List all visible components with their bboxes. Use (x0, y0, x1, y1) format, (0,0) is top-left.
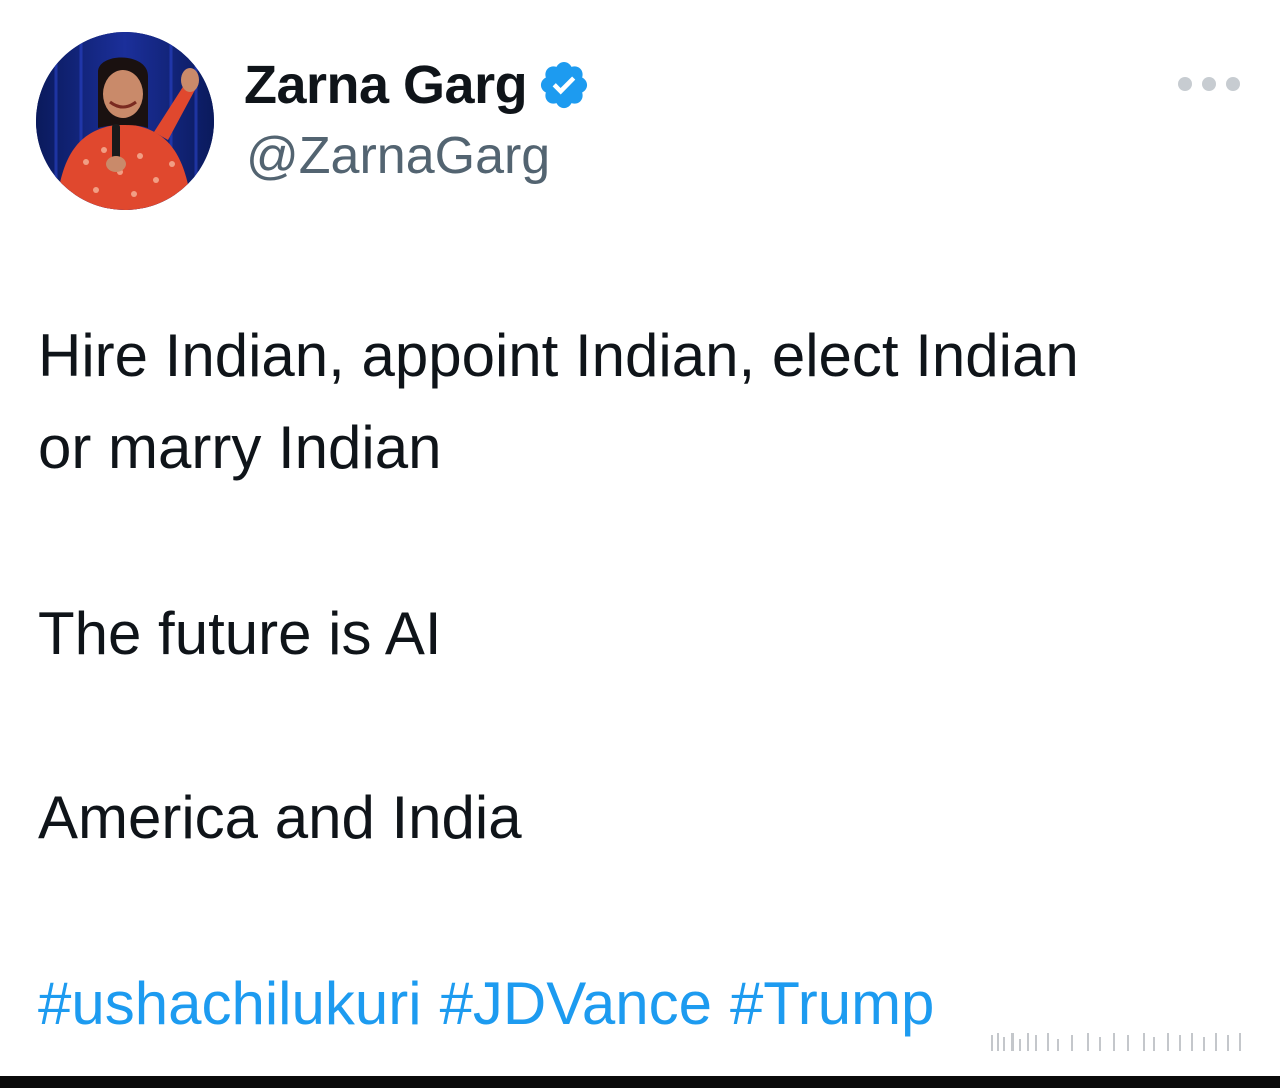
ellipsis-dot (1202, 77, 1216, 91)
hashtag-link[interactable]: #ushachilukuri (38, 958, 422, 1050)
display-name[interactable]: Zarna Garg (244, 54, 528, 116)
tweet-card: Zarna Garg @ZarnaGarg Hire Indian, appoi… (0, 0, 1280, 1088)
tweet-text-line: The future is AI (38, 600, 442, 667)
watermark-glyphs (991, 1033, 1241, 1051)
tweet-text-line: or marry Indian (38, 414, 442, 481)
tweet-text-line: America and India (38, 784, 522, 851)
tweet-text-line: Hire Indian, appoint Indian, elect India… (38, 322, 1079, 389)
avatar[interactable] (36, 32, 214, 210)
ellipsis-dot (1178, 77, 1192, 91)
verified-badge-icon (537, 58, 591, 112)
bottom-edge-bar (0, 1076, 1280, 1088)
ellipsis-dot (1226, 77, 1240, 91)
ellipsis-icon[interactable] (1178, 74, 1240, 94)
watermark (982, 1022, 1252, 1062)
user-handle[interactable]: @ZarnaGarg (246, 126, 550, 186)
hashtag-row: #ushachilukuri #JDVance #Trump (38, 958, 934, 1050)
hashtag-link[interactable]: #JDVance (440, 958, 712, 1050)
author-name-row: Zarna Garg (244, 54, 591, 116)
hashtag-link[interactable]: #Trump (730, 958, 935, 1050)
avatar-photo (36, 32, 214, 210)
